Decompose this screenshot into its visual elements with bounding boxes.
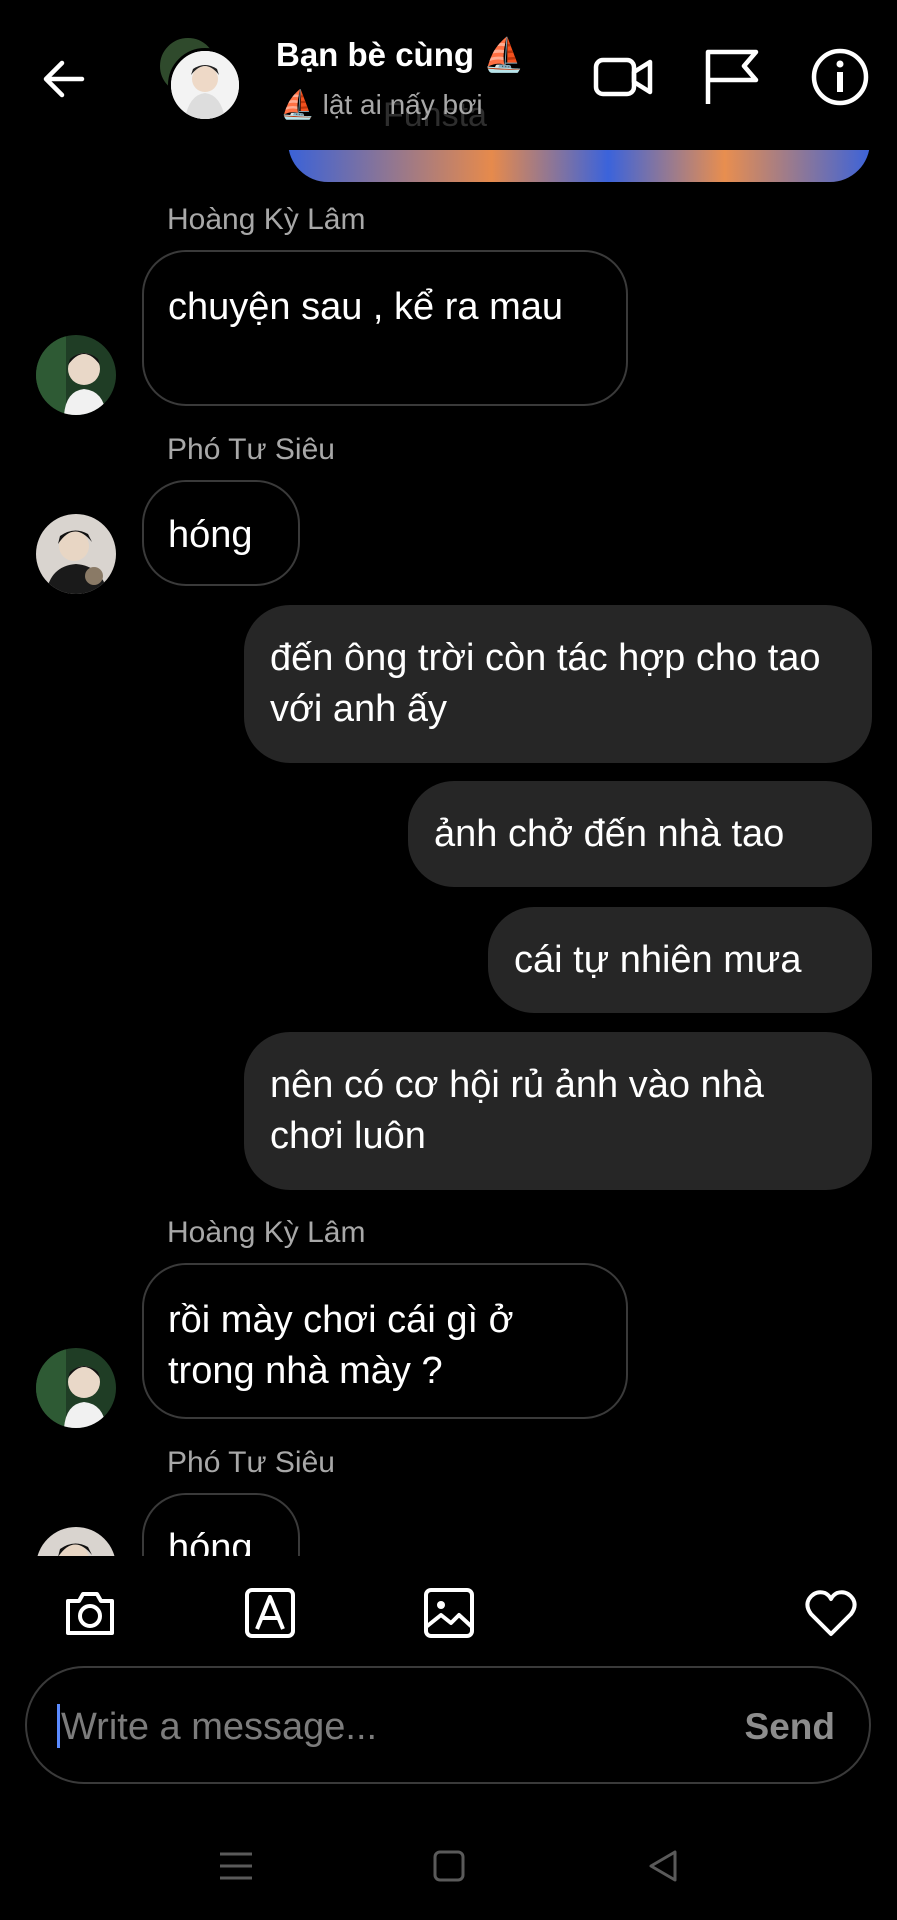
message-text: hóng [168,1527,253,1556]
chat-thread[interactable]: Hoàng Kỳ Lâm chuyện sau , kể ra mau Phó … [0,0,897,1556]
sender-name: Hoàng Kỳ Lâm [167,1216,366,1249]
flag-icon[interactable] [700,46,762,108]
camera-icon[interactable] [62,1585,118,1641]
chat-title[interactable]: Bạn bè cùng ⛵ [276,36,524,75]
message-text: chuyện sau , kể ra mau [168,286,563,328]
message-text: đến ông trời còn tác hợp cho tao với anh… [270,637,821,730]
message-text: nên có cơ hội rủ ảnh vào nhà chơi luôn [270,1064,764,1157]
sender-name: Hoàng Kỳ Lâm [167,203,366,236]
back-arrow-icon[interactable] [38,54,88,104]
message-bubble-outgoing[interactable]: cái tự nhiên mưa [488,907,872,1013]
back-nav-icon[interactable] [643,1846,683,1886]
message-bubble-incoming[interactable]: hóng [142,1493,300,1556]
sender-name: Phó Tư Siêu [167,433,335,466]
avatar[interactable] [36,514,116,594]
avatar-photo [36,514,116,594]
message-bubble-outgoing[interactable]: đến ông trời còn tác hợp cho tao với anh… [244,605,872,763]
text-cursor [57,1704,60,1748]
gallery-icon[interactable] [421,1585,477,1641]
heart-icon[interactable] [803,1585,859,1641]
message-text: ảnh chở đến nhà tao [434,813,785,855]
menu-icon[interactable] [216,1846,256,1886]
avatar[interactable] [36,335,116,415]
group-avatar[interactable] [158,36,242,122]
message-input[interactable]: Write a message... [61,1706,377,1749]
avatar-primary [168,48,242,122]
avatar-photo [36,1527,116,1556]
message-bubble-incoming[interactable]: chuyện sau , kể ra mau [142,250,628,406]
message-text: cái tự nhiên mưa [514,939,802,981]
message-bubble-incoming[interactable]: rồi mày chơi cái gì ở trong nhà mày ? [142,1263,628,1419]
info-icon[interactable] [809,46,871,108]
message-text: rồi mày chơi cái gì ở trong nhà mày ? [168,1299,514,1392]
avatar-photo [36,335,116,415]
sender-name: Phó Tư Siêu [167,1446,335,1479]
home-icon[interactable] [429,1846,469,1886]
chat-subtitle: ⛵ lật ai nấy bơi [280,89,483,120]
avatar-photo [36,1348,116,1428]
message-bubble-outgoing[interactable]: nên có cơ hội rủ ảnh vào nhà chơi luôn [244,1032,872,1190]
text-style-icon[interactable] [242,1585,298,1641]
message-composer[interactable]: Write a message... Send [25,1666,871,1784]
avatar[interactable] [36,1527,116,1556]
message-text: hóng [168,514,253,556]
avatar[interactable] [36,1348,116,1428]
video-call-icon[interactable] [592,46,654,108]
message-bubble-outgoing[interactable]: ảnh chở đến nhà tao [408,781,872,887]
chat-header: Funsta Bạn bè cùng ⛵ ⛵ lật ai nấy bơi [0,0,897,150]
send-button[interactable]: Send [745,1706,835,1748]
message-bubble-incoming[interactable]: hóng [142,480,300,586]
